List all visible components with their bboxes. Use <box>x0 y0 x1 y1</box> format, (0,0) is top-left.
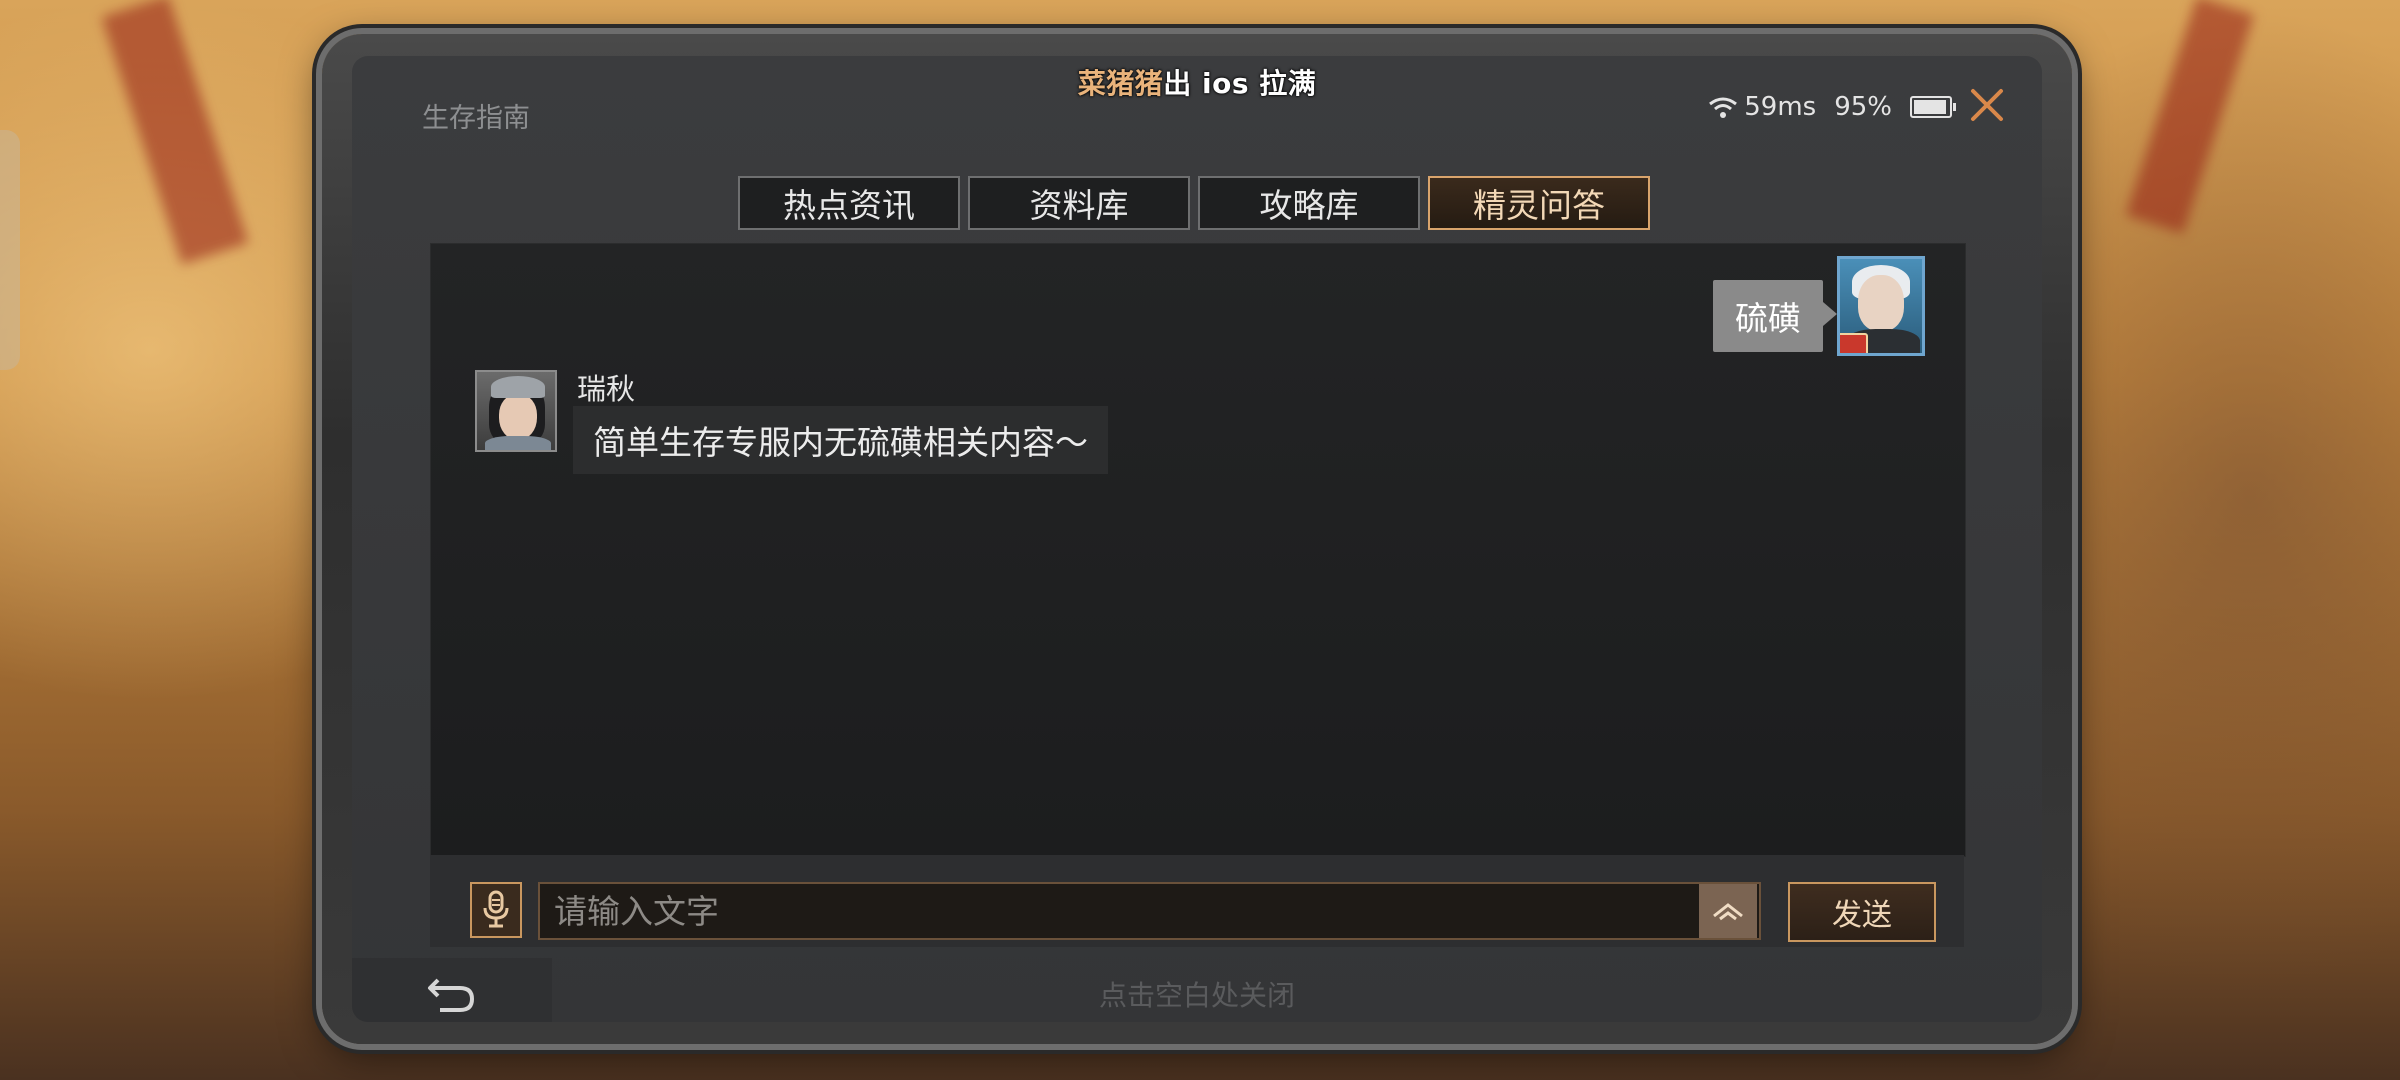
user-message: 硫磺 <box>1713 256 1925 356</box>
send-button[interactable]: 发送 <box>1788 882 1936 942</box>
bot-name: 瑞秋 <box>577 372 636 406</box>
ping-value: 59ms <box>1744 92 1817 122</box>
input-bar: 发送 <box>430 855 1964 947</box>
side-handle[interactable] <box>0 130 20 370</box>
close-hint[interactable]: 点击空白处关闭 <box>352 974 2042 1014</box>
battery-icon <box>1910 96 1956 118</box>
tab-qa[interactable]: 精灵问答 <box>1428 176 1650 230</box>
gift-icon <box>1840 333 1868 353</box>
status-bar: 59ms 95% <box>1708 92 1956 122</box>
message-input[interactable] <box>538 882 1761 940</box>
user-bubble: 硫磺 <box>1713 280 1837 352</box>
close-button[interactable] <box>1952 70 2022 140</box>
tab-hot-news[interactable]: 热点资讯 <box>738 176 960 230</box>
wifi-icon <box>1708 95 1738 119</box>
background-stripe <box>101 0 249 265</box>
chevron-up-icon <box>1713 903 1743 921</box>
expand-button[interactable] <box>1699 884 1757 938</box>
microphone-icon <box>483 890 509 928</box>
tab-database[interactable]: 资料库 <box>968 176 1190 230</box>
voice-button[interactable] <box>470 882 522 938</box>
tab-bar: 热点资讯 资料库 攻略库 精灵问答 <box>738 176 1650 230</box>
battery-fill <box>1914 100 1947 114</box>
close-icon <box>1971 89 2003 121</box>
marquee-text: 出 ios 拉满 <box>1163 67 1317 100</box>
marquee-prefix: 菜猪猪 <box>1077 67 1164 100</box>
chat-panel[interactable]: 硫磺 瑞秋 简单生存专服内无硫磺相关内容～ <box>430 243 1966 857</box>
battery-percent: 95% <box>1834 92 1892 122</box>
user-avatar[interactable] <box>1837 256 1925 356</box>
tablet-frame: 生存指南 菜猪猪出 ios 拉满 59ms 95% 热点资讯 资料库 攻略库 精… <box>322 34 2072 1044</box>
tab-guides[interactable]: 攻略库 <box>1198 176 1420 230</box>
background-stripe <box>2125 0 2255 234</box>
bot-avatar[interactable] <box>475 370 557 452</box>
bot-bubble: 简单生存专服内无硫磺相关内容～ <box>573 406 1108 474</box>
guide-screen: 生存指南 菜猪猪出 ios 拉满 59ms 95% 热点资讯 资料库 攻略库 精… <box>352 56 2042 1022</box>
